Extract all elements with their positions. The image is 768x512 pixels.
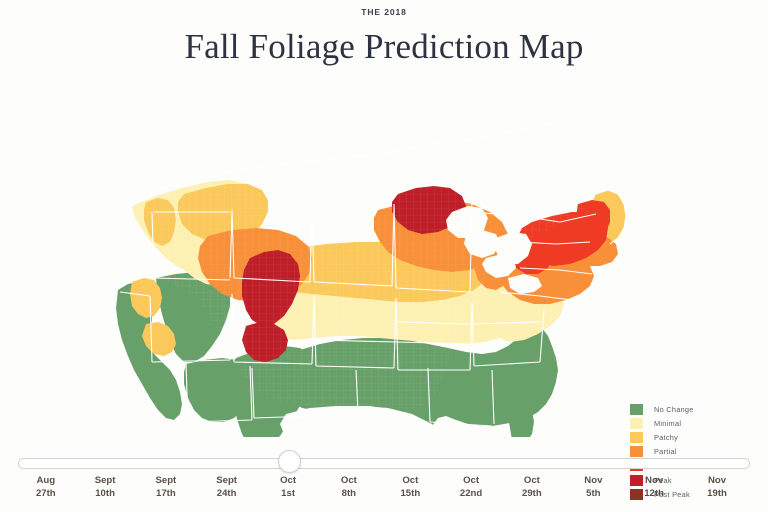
tick-day: 10th <box>95 487 115 499</box>
fall-foliage-prediction-page: THE 2018 Fall Foliage Prediction Map No … <box>0 0 768 512</box>
page-title: Fall Foliage Prediction Map <box>184 26 584 66</box>
tick-month: Sept <box>216 475 237 486</box>
legend-item[interactable]: No Change <box>630 402 750 416</box>
timeline-tick[interactable]: Oct 8th <box>314 475 384 500</box>
timeline-tick[interactable]: Sept 10th <box>70 475 140 500</box>
tick-day: 29th <box>521 487 542 499</box>
legend-item[interactable]: Patchy <box>630 430 750 444</box>
timeline-tick[interactable]: Sept 17th <box>131 475 201 500</box>
legend-label-minimal: Minimal <box>654 418 682 428</box>
legend-swatch-minimal <box>630 417 643 429</box>
tick-month: Oct <box>280 475 297 486</box>
tick-month: Oct <box>523 475 540 486</box>
date-timeline[interactable]: Aug 27th Sept 10th Sept 17th Sept 24th O… <box>0 445 768 512</box>
tick-month: Oct <box>340 475 357 486</box>
map-regions <box>116 105 640 437</box>
timeline-tick[interactable]: Nov 12th <box>619 475 689 500</box>
timeline-tick[interactable]: Oct 29th <box>497 475 567 500</box>
us-foliage-map[interactable] <box>0 82 768 437</box>
tick-day: 15th <box>400 487 421 499</box>
slider-track-area[interactable] <box>18 450 750 473</box>
legend-label-no-change: No Change <box>654 404 694 414</box>
tick-month: Oct <box>463 475 480 486</box>
legend-swatch-no-change <box>630 403 643 415</box>
timeline-tick[interactable]: Oct 22nd <box>436 475 506 500</box>
tick-month: Nov <box>707 475 727 486</box>
timeline-tick-selected[interactable]: Oct 1st <box>253 475 323 500</box>
tick-day: 17th <box>155 487 176 499</box>
timeline-tick[interactable]: Sept 24th <box>192 475 262 500</box>
legend-label-patchy: Patchy <box>654 432 679 442</box>
tick-day: 22nd <box>459 487 483 499</box>
timeline-tick[interactable]: Oct 15th <box>375 475 445 500</box>
timeline-tick-labels: Aug 27th Sept 10th Sept 17th Sept 24th O… <box>0 475 768 509</box>
legend-item[interactable]: Minimal <box>630 416 750 430</box>
tick-month: Sept <box>155 475 177 486</box>
tick-month: Oct <box>402 475 419 486</box>
tick-month: Nov <box>645 475 664 486</box>
tick-day: 24th <box>216 487 237 499</box>
legend-swatch-patchy <box>630 431 643 443</box>
county-texture <box>122 106 640 414</box>
tick-month: Sept <box>94 475 116 486</box>
slider-thumb[interactable] <box>277 450 301 473</box>
timeline-tick[interactable]: Nov 5th <box>558 475 628 500</box>
tick-month: Nov <box>584 475 603 486</box>
page-kicker: THE 2018 <box>361 7 407 17</box>
tick-day: 1st <box>281 487 296 499</box>
timeline-tick[interactable]: Nov 19th <box>682 475 752 500</box>
tick-day: 12th <box>644 487 664 499</box>
tick-day: 8th <box>341 487 357 499</box>
slider-track[interactable] <box>18 458 750 469</box>
tick-day: 19th <box>707 487 727 499</box>
map-container[interactable]: No Change Minimal Patchy Partial Near Pe… <box>0 82 768 500</box>
tick-day: 5th <box>586 487 601 499</box>
